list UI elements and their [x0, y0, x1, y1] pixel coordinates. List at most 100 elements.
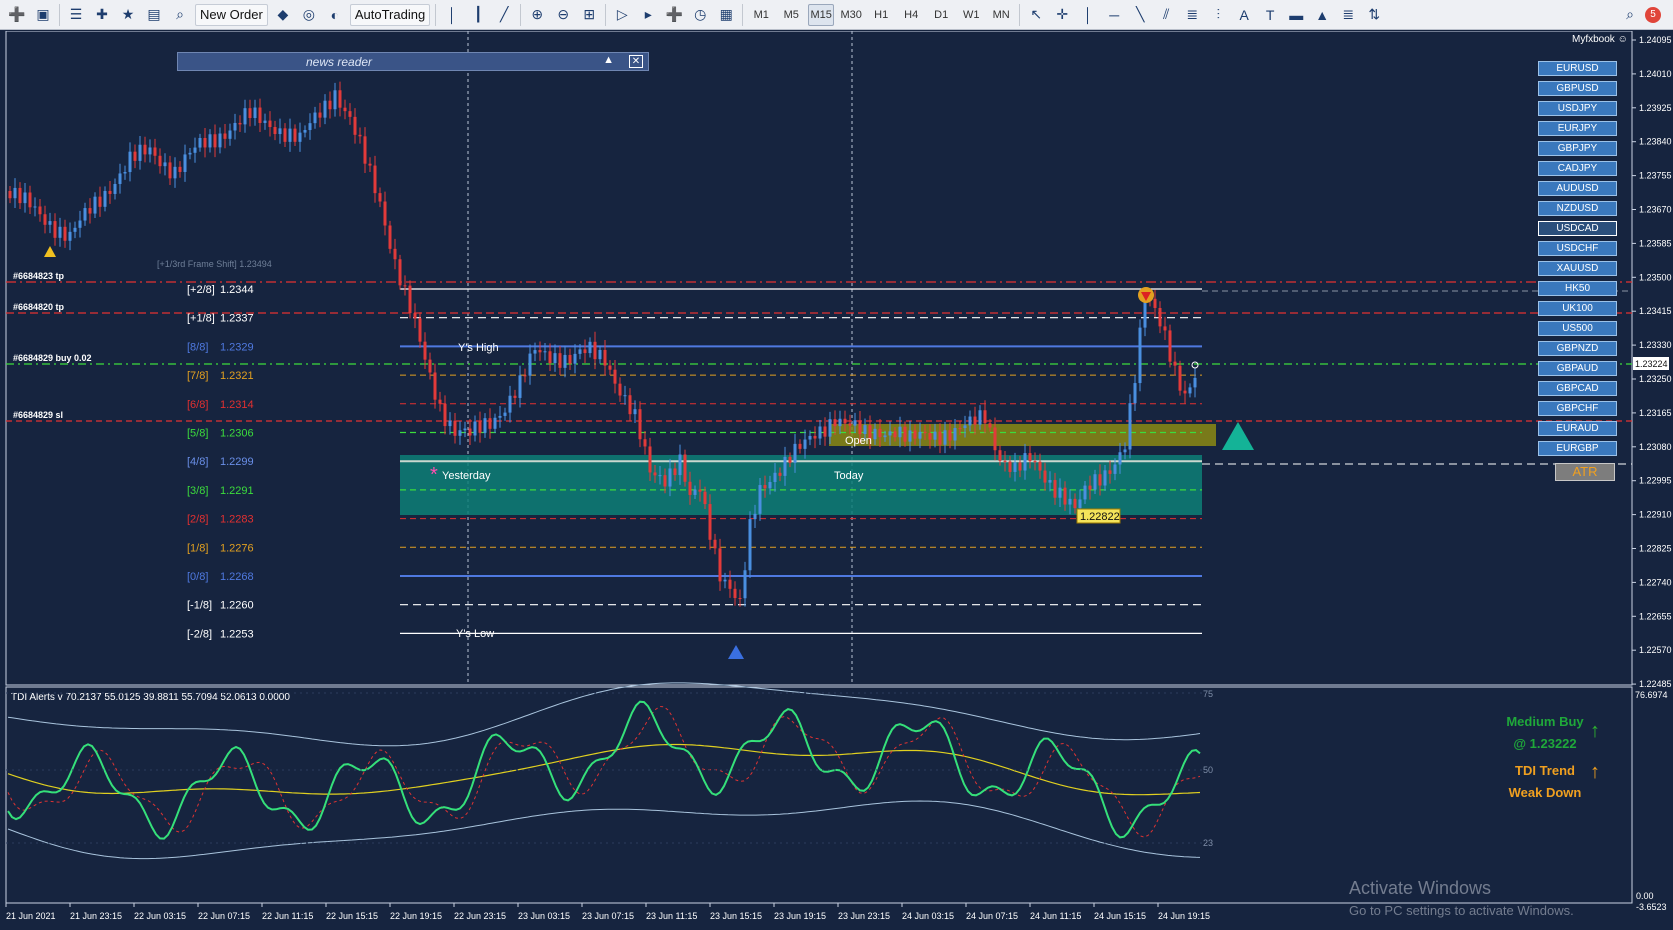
chart-canvas[interactable]: [+2/8] 1.2344 [+1/8] 1.2337 [8/8] 1.2329 [7/8]…	[0, 31, 1673, 930]
symbol-button-eurusd[interactable]: EURUSD	[1538, 61, 1617, 76]
symbol-button-hk50[interactable]: HK50	[1538, 281, 1617, 296]
timeframe-mn[interactable]: MN	[988, 4, 1014, 26]
tester-icon[interactable]: ⌕	[169, 4, 191, 26]
timeframe-h4[interactable]: H4	[898, 4, 924, 26]
timeframe-d1[interactable]: D1	[928, 4, 954, 26]
time-tick-label: 22 Jun 07:15	[198, 911, 250, 921]
ys-high-label: Y's High	[458, 342, 499, 354]
text-label-icon[interactable]: T	[1259, 4, 1281, 26]
candle-body	[488, 418, 492, 429]
indicators-icon[interactable]: ➕	[663, 4, 685, 26]
channel-icon[interactable]: ⫽	[1155, 4, 1177, 26]
symbol-button-xauusd[interactable]: XAUUSD	[1538, 261, 1617, 276]
fibonacci-icon[interactable]: ≣	[1181, 4, 1203, 26]
symbol-button-eurjpy[interactable]: EURJPY	[1538, 121, 1617, 136]
symbol-button-usdchf[interactable]: USDCHF	[1538, 241, 1617, 256]
candle-body	[848, 423, 852, 426]
symbol-button-gbpaud[interactable]: GBPAUD	[1538, 361, 1617, 376]
symbol-button-gbpnzd[interactable]: GBPNZD	[1538, 341, 1617, 356]
favorites-icon[interactable]: ★	[117, 4, 139, 26]
price-tick-label: 1.23080	[1639, 442, 1672, 452]
candle-body	[133, 151, 137, 161]
murrey-level-price: 1.2276	[220, 542, 254, 554]
timeframe-h1[interactable]: H1	[868, 4, 894, 26]
trendline-icon[interactable]: ╲	[1129, 4, 1151, 26]
candle-body	[838, 418, 842, 427]
market-watch-icon[interactable]: ☰	[65, 4, 87, 26]
symbol-button-euraud[interactable]: EURAUD	[1538, 421, 1617, 436]
auto-scroll-icon[interactable]: ▷	[611, 4, 633, 26]
profiles-icon[interactable]: ▣	[32, 4, 54, 26]
arrows-icon[interactable]: ⇅	[1363, 4, 1385, 26]
horizontal-line-icon[interactable]: ─	[1103, 4, 1125, 26]
candle-body	[13, 187, 17, 199]
crosshair-icon[interactable]: ✛	[1051, 4, 1073, 26]
candle-body	[1003, 460, 1007, 462]
tile-windows-icon[interactable]: ⊞	[578, 4, 600, 26]
fibo-fan-icon[interactable]: ≣	[1337, 4, 1359, 26]
atr-button[interactable]: ATR	[1555, 463, 1615, 481]
candlestick-icon[interactable]: ┃	[467, 4, 489, 26]
timeframe-w1[interactable]: W1	[958, 4, 984, 26]
timeframe-m15[interactable]: M15	[808, 3, 835, 26]
candle-body	[448, 420, 452, 427]
notifications-icon[interactable]: 5	[1645, 6, 1661, 23]
candle-body	[543, 351, 547, 353]
symbol-button-gbpchf[interactable]: GBPCHF	[1538, 401, 1617, 416]
candle-body	[1013, 462, 1017, 472]
candle-body	[228, 130, 232, 139]
autotrading-button[interactable]: AutoTrading	[349, 3, 431, 26]
vertical-line-icon[interactable]: │	[1077, 4, 1099, 26]
candle-body	[28, 192, 32, 208]
symbol-button-usdjpy[interactable]: USDJPY	[1538, 101, 1617, 116]
terminal-icon[interactable]: ▤	[143, 4, 165, 26]
symbol-button-uk100[interactable]: UK100	[1538, 301, 1617, 316]
cursor-icon[interactable]: ↖	[1025, 4, 1047, 26]
text-icon[interactable]: A	[1233, 4, 1255, 26]
candle-body	[623, 395, 627, 397]
timeframe-m5[interactable]: M5	[778, 4, 804, 26]
symbol-button-gbpjpy[interactable]: GBPJPY	[1538, 141, 1617, 156]
symbol-button-cadjpy[interactable]: CADJPY	[1538, 161, 1617, 176]
candle-body	[343, 107, 347, 112]
triangle-icon[interactable]: ▲	[1311, 4, 1333, 26]
symbol-button-gbpusd[interactable]: GBPUSD	[1538, 81, 1617, 96]
symbol-button-audusd[interactable]: AUDUSD	[1538, 181, 1617, 196]
timeframe-m30[interactable]: M30	[838, 4, 864, 26]
zoom-out-icon[interactable]: ⊖	[552, 4, 574, 26]
time-tick-label: 23 Jun 19:15	[774, 911, 826, 921]
metaeditor-icon[interactable]: ◆	[272, 4, 294, 26]
close-icon[interactable]: ✕	[629, 55, 643, 68]
market-icon[interactable]: ◐	[324, 4, 346, 26]
rectangle-icon[interactable]: ▬	[1285, 4, 1307, 26]
templates-icon[interactable]: ▦	[715, 4, 737, 26]
toolbar-separator	[520, 3, 522, 26]
bar-chart-icon[interactable]: │	[441, 4, 463, 26]
new-order-button[interactable]: New Order	[195, 3, 268, 26]
candle-body	[218, 133, 222, 148]
symbol-button-eurgbp[interactable]: EURGBP	[1538, 441, 1617, 456]
candle-body	[63, 226, 67, 241]
atr-label: ATR	[1572, 464, 1598, 479]
navigator-icon[interactable]: ✚	[91, 4, 113, 26]
candle-body	[333, 90, 337, 110]
symbol-button-nzdusd[interactable]: NZDUSD	[1538, 201, 1617, 216]
new-chart-icon[interactable]: ➕	[6, 4, 28, 26]
symbol-button-us500[interactable]: US500	[1538, 321, 1617, 336]
tdi-level-50: 50	[1203, 765, 1213, 775]
notification-count: 5	[1650, 9, 1656, 20]
candle-body	[193, 147, 197, 153]
collapse-icon[interactable]: ▲	[603, 54, 614, 66]
symbol-button-gbpcad[interactable]: GBPCAD	[1538, 381, 1617, 396]
news-reader-panel[interactable]: news reader ▲ ✕	[177, 52, 649, 71]
line-chart-icon[interactable]: ╱	[493, 4, 515, 26]
timeframe-m1[interactable]: M1	[748, 4, 774, 26]
pitchfork-icon[interactable]: ⫶	[1207, 4, 1229, 26]
zoom-in-icon[interactable]: ⊕	[526, 4, 548, 26]
periods-icon[interactable]: ◷	[689, 4, 711, 26]
chart-shift-icon[interactable]: ▸	[637, 4, 659, 26]
search-icon[interactable]: ⌕	[1619, 4, 1641, 26]
candle-body	[288, 128, 292, 142]
trading-signals-icon[interactable]: ◎	[298, 4, 320, 26]
symbol-button-usdcad[interactable]: USDCAD	[1538, 221, 1617, 236]
